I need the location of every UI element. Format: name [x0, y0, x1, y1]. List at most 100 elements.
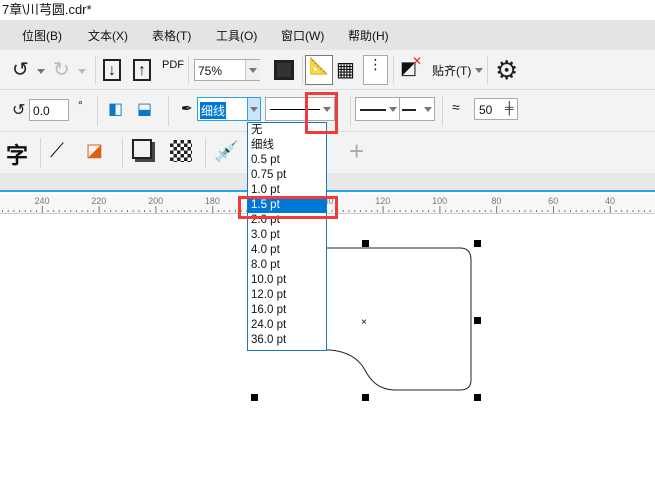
ruler-label: 240 — [34, 196, 50, 206]
snap-dropdown-icon[interactable] — [475, 68, 483, 73]
ruler-tick — [376, 210, 378, 212]
ruler-tick — [422, 210, 424, 212]
snap-to-button[interactable]: 贴齐(T) — [432, 62, 471, 79]
options-gear-icon[interactable]: ⚙ — [495, 57, 518, 83]
ruler-tick — [149, 210, 151, 212]
connector-tool-icon[interactable]: ◪ — [86, 140, 103, 161]
selection-handle[interactable] — [251, 394, 258, 401]
outline-width-option[interactable]: 16.0 pt — [248, 303, 326, 318]
outline-width-option[interactable]: 10.0 pt — [248, 273, 326, 288]
ruler-tick — [615, 210, 617, 212]
add-tool-button[interactable]: + — [349, 136, 364, 167]
outline-width-option[interactable]: 0.5 pt — [248, 153, 326, 168]
ruler-label: 200 — [148, 196, 164, 206]
highlight-dropdown-button — [305, 92, 338, 134]
zoom-level-combo[interactable]: 75% — [194, 59, 260, 81]
ruler-tick — [234, 210, 236, 212]
redo-icon[interactable]: ↻ — [53, 60, 70, 80]
ruler-tick — [2, 210, 3, 212]
selection-handle[interactable] — [474, 317, 481, 324]
ruler-tick — [524, 210, 526, 212]
selection-handle[interactable] — [362, 394, 369, 401]
full-screen-icon[interactable] — [274, 60, 294, 80]
undo-dropdown-icon[interactable] — [37, 69, 45, 74]
menu-table[interactable]: 表格(T) — [152, 27, 191, 44]
miter-limit-input[interactable]: 50 ╪ — [474, 98, 518, 120]
end-arrowhead-combo[interactable] — [399, 97, 435, 121]
mirror-vertical-icon[interactable]: ⬓ — [137, 99, 152, 119]
ruler-tick — [24, 210, 26, 212]
ruler-tick — [428, 210, 429, 212]
selection-handle[interactable] — [474, 240, 481, 247]
ruler-tick — [13, 210, 15, 212]
selection-handle[interactable] — [474, 394, 481, 401]
ruler-tick — [138, 210, 140, 212]
ruler-tick — [450, 210, 452, 212]
zoom-level-value[interactable]: 75% — [198, 64, 222, 78]
menu-text[interactable]: 文本(X) — [88, 27, 128, 44]
ruler-tick — [81, 210, 83, 212]
ruler-tick — [200, 210, 202, 212]
ruler-tick — [592, 210, 594, 212]
start-arrowhead-combo[interactable] — [355, 97, 400, 121]
dimension-tool-icon[interactable]: ⟋ — [50, 140, 64, 163]
ruler-tick — [354, 210, 356, 212]
rotation-angle-value[interactable]: 0.0 — [33, 104, 50, 118]
mirror-horizontal-icon[interactable]: ◧ — [108, 99, 123, 119]
selection-handle[interactable] — [362, 240, 369, 247]
import-icon[interactable]: ↓ — [103, 59, 121, 81]
export-icon[interactable]: ↑ — [133, 59, 151, 81]
ruler-tick — [649, 210, 651, 212]
ruler-tick — [223, 210, 225, 212]
outline-width-option[interactable]: 0.75 pt — [248, 168, 326, 183]
publish-pdf-button[interactable]: PDF — [162, 59, 184, 71]
ruler-tick — [564, 210, 566, 212]
ruler-tick — [496, 206, 498, 213]
ruler-tick — [626, 210, 628, 212]
ruler-tick — [439, 206, 441, 213]
text-tool-icon[interactable]: 字 — [6, 138, 28, 170]
ruler-tick — [581, 210, 583, 212]
zoom-dropdown-button[interactable] — [245, 60, 260, 80]
undo-icon[interactable]: ↺ — [12, 60, 29, 80]
rulers-toggle-icon[interactable]: 📐 — [305, 55, 333, 85]
menu-help[interactable]: 帮助(H) — [348, 27, 389, 44]
guidelines-toggle-icon[interactable]: ⋮ — [363, 55, 388, 85]
menu-tools[interactable]: 工具(O) — [216, 27, 257, 44]
ruler-label: 40 — [604, 196, 616, 206]
window-title: 7章\川芎圆.cdr* — [0, 0, 655, 20]
redo-dropdown-icon[interactable] — [78, 69, 86, 74]
ruler-tick — [621, 210, 623, 212]
outline-width-dropdown-button[interactable] — [247, 97, 261, 121]
ruler-tick — [553, 206, 554, 213]
menu-window[interactable]: 窗口(W) — [281, 27, 324, 44]
rotation-angle-input[interactable]: 0.0 — [29, 99, 69, 121]
drop-shadow-tool-icon[interactable] — [132, 139, 152, 159]
outline-width-option[interactable]: 4.0 pt — [248, 243, 326, 258]
miter-limit-value[interactable]: 50 — [479, 103, 492, 117]
ruler-tick — [127, 210, 128, 212]
snap-off-icon[interactable]: ◩ ✕ — [400, 54, 422, 79]
spinner-icon[interactable]: ╪ — [505, 101, 514, 115]
grid-toggle-icon[interactable]: ▦ — [336, 57, 355, 82]
eyedropper-tool-icon[interactable]: 💉 — [214, 139, 239, 164]
outline-width-value[interactable]: 细线 — [200, 102, 227, 119]
ruler-tick — [104, 210, 106, 212]
outline-width-option[interactable]: 8.0 pt — [248, 258, 326, 273]
ruler-tick — [47, 210, 49, 212]
ruler-tick — [638, 210, 640, 212]
document-tab-strip — [0, 173, 655, 192]
transparency-tool-icon[interactable] — [170, 140, 192, 162]
outline-width-option[interactable]: 24.0 pt — [248, 318, 326, 333]
outline-width-option[interactable]: 36.0 pt — [248, 333, 326, 348]
outline-width-option[interactable]: 细线 — [248, 138, 326, 153]
outline-width-option[interactable]: 12.0 pt — [248, 288, 326, 303]
menu-bitmap[interactable]: 位图(B) — [22, 27, 62, 44]
outline-width-dropdown-list[interactable]: 无细线 0.5 pt 0.75 pt 1.0 pt 1.5 pt 2.0 pt 3.0 pt… — [247, 122, 327, 351]
ruler-tick — [411, 210, 412, 212]
canvas[interactable]: × — [0, 215, 655, 482]
ruler-tick — [36, 210, 38, 212]
outline-width-option[interactable]: 3.0 pt — [248, 228, 326, 243]
ruler-tick — [501, 210, 503, 212]
ruler-tick — [19, 210, 21, 212]
